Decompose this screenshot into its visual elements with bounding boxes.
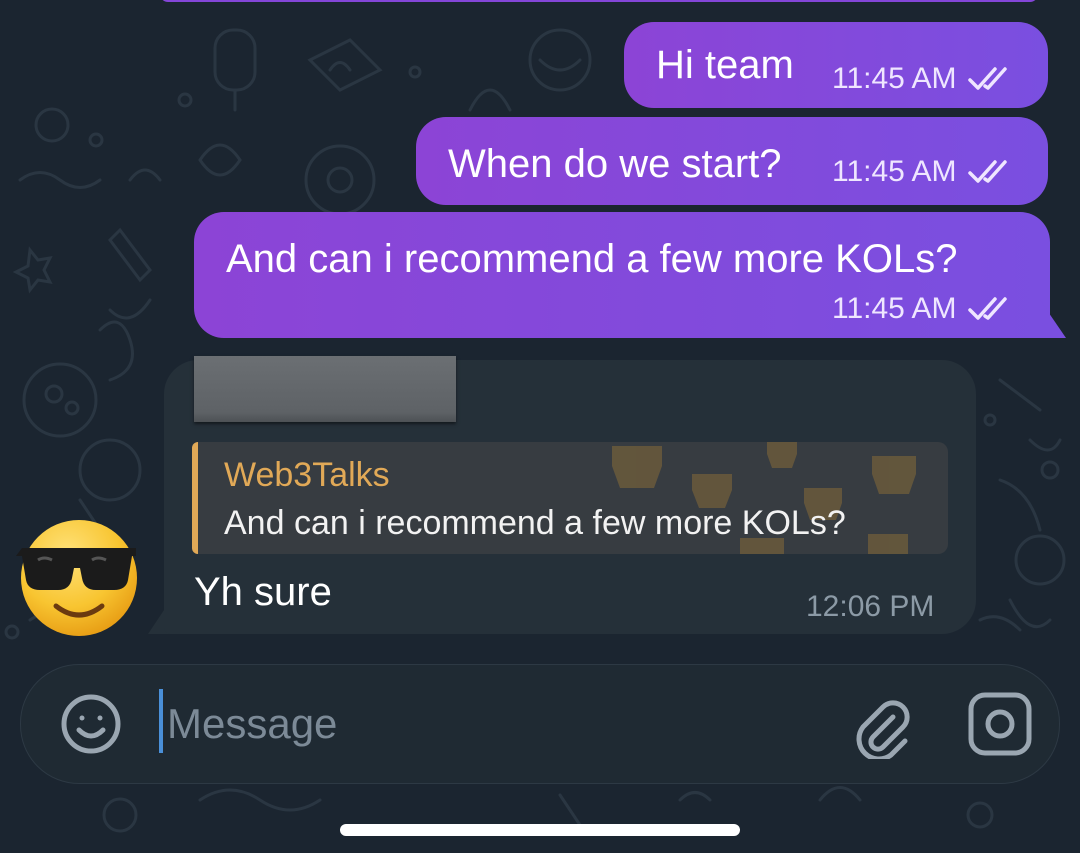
double-check-icon [967,66,1011,92]
reply-sender-name: Web3Talks [224,456,390,494]
smiley-icon[interactable] [59,692,123,756]
message-time: 12:06 PM [806,590,935,623]
message-input[interactable] [167,689,807,759]
incoming-message[interactable]: Web3Talks And can i recommend a few more… [164,356,976,634]
previous-message-bubble-edge [160,0,1038,2]
message-text: And can i recommend a few more KOLs? [226,237,958,281]
outgoing-message[interactable]: When do we start? 11:45 AM [416,117,1048,205]
home-indicator[interactable] [340,824,740,836]
paperclip-icon[interactable] [849,691,913,759]
redacted-sender-name [194,356,456,422]
message-time: 11:45 AM [832,292,957,325]
message-text: When do we start? [448,142,782,186]
message-text: Yh sure [194,570,332,614]
reply-text: And can i recommend a few more KOLs? [224,504,846,542]
text-cursor [159,689,163,753]
double-check-icon [967,296,1011,322]
reply-quote[interactable]: Web3Talks And can i recommend a few more… [192,442,948,554]
outgoing-message[interactable]: Hi team 11:45 AM [624,22,1048,108]
message-meta: 11:45 AM [832,62,1011,96]
message-time: 11:45 AM [832,62,957,95]
outgoing-message[interactable]: And can i recommend a few more KOLs? 11:… [194,212,1050,338]
message-time: 11:45 AM [832,155,957,188]
message-text: Hi team [656,43,794,87]
camera-icon[interactable] [967,691,1033,757]
message-meta: 11:45 AM [832,292,1011,326]
reply-accent-bar [192,442,198,554]
message-meta: 11:45 AM [832,155,1011,189]
message-composer [20,664,1060,784]
sunglasses-emoji-avatar[interactable] [16,514,142,640]
double-check-icon [967,159,1011,185]
